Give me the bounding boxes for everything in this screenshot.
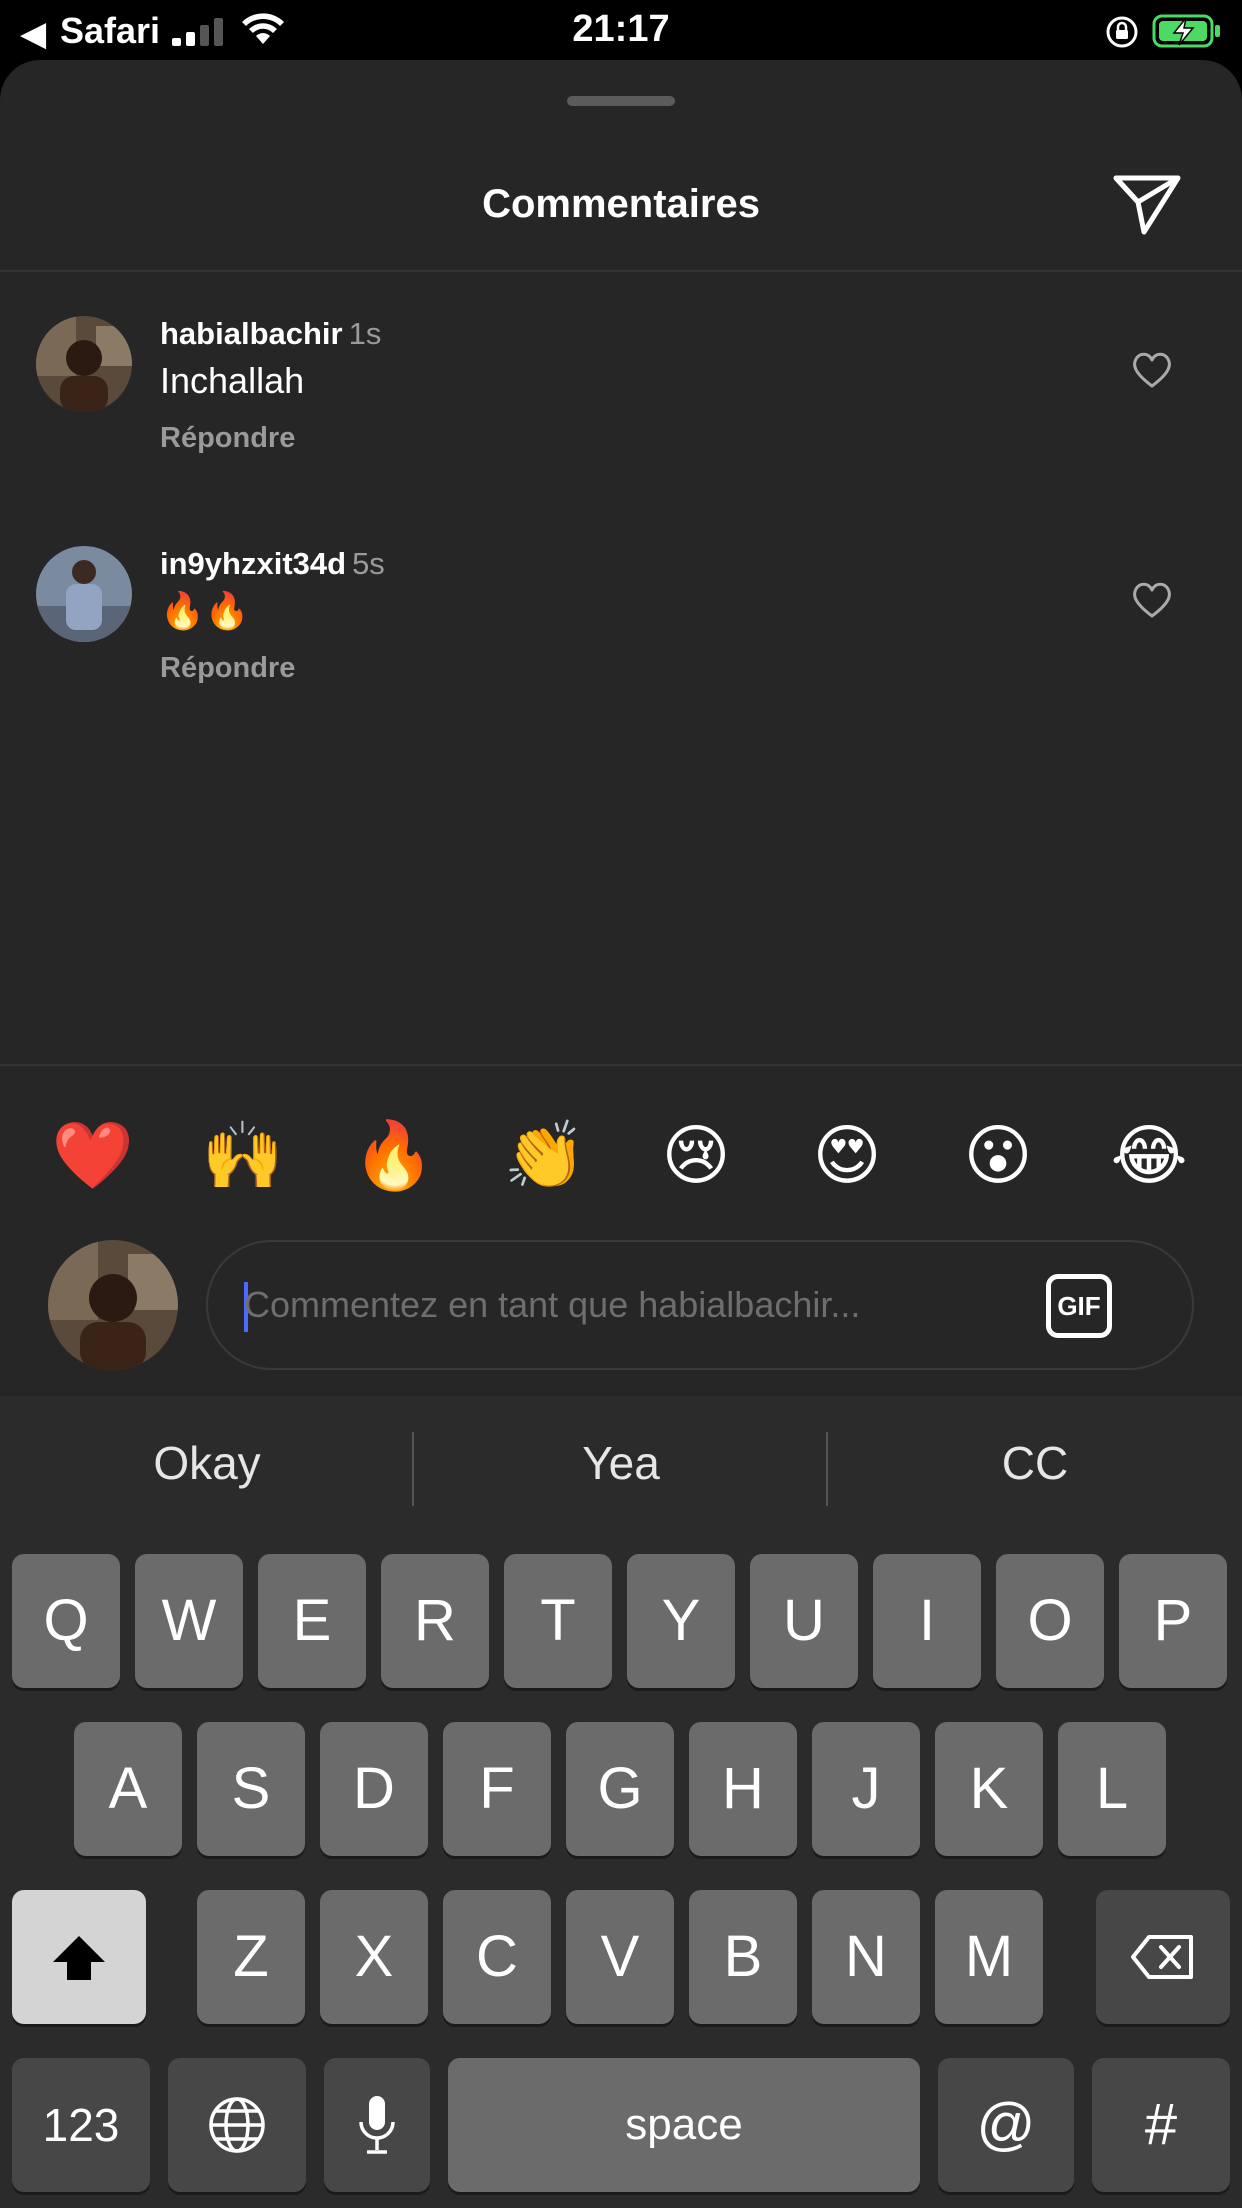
divider — [0, 1064, 1242, 1066]
rotation-lock-icon — [1106, 16, 1138, 48]
emoji-heart-eyes-button[interactable]: 😍 — [802, 1110, 892, 1200]
gif-button[interactable]: GIF — [1046, 1274, 1112, 1338]
emoji-clap-button[interactable]: 👏 — [500, 1110, 590, 1200]
username[interactable]: habialbachir — [160, 316, 343, 351]
key-q[interactable]: Q — [12, 1554, 120, 1688]
key-s[interactable]: S — [197, 1722, 305, 1856]
emoji-fire-button[interactable]: 🔥 — [349, 1110, 439, 1200]
my-avatar — [48, 1240, 178, 1370]
key-a[interactable]: A — [74, 1722, 182, 1856]
key-p[interactable]: P — [1119, 1554, 1227, 1688]
comment-time: 1s — [348, 316, 382, 351]
key-h[interactable]: H — [689, 1722, 797, 1856]
emoji-heart-button[interactable]: ❤️ — [48, 1110, 138, 1200]
avatar[interactable] — [36, 546, 132, 642]
comment-input-row: Commentez en tant que habialbachir... GI… — [0, 1240, 1242, 1380]
divider — [0, 270, 1242, 272]
comment-username[interactable]: in9yhzxit34d 5s — [160, 546, 385, 582]
predictive-bar: Okay Yea CC — [0, 1396, 1242, 1546]
emoji-surprised-button[interactable]: 😮 — [953, 1110, 1043, 1200]
avatar[interactable] — [36, 316, 132, 412]
backspace-icon — [1131, 1935, 1193, 1979]
numbers-key[interactable]: 123 — [12, 2058, 150, 2192]
key-l[interactable]: L — [1058, 1722, 1166, 1856]
comment-text: 🔥🔥 — [160, 590, 250, 631]
key-k[interactable]: K — [935, 1722, 1043, 1856]
key-b[interactable]: B — [689, 1890, 797, 2024]
globe-icon — [209, 2097, 265, 2153]
comment-item: habialbachir 1s Inchallah Répondre — [0, 316, 1242, 476]
key-c[interactable]: C — [443, 1890, 551, 2024]
key-m[interactable]: M — [935, 1890, 1043, 2024]
page-title: Commentaires — [482, 182, 760, 226]
reply-button[interactable]: Répondre — [160, 422, 295, 455]
comment-time: 5s — [352, 546, 385, 581]
key-j[interactable]: J — [812, 1722, 920, 1856]
sheet-grabber[interactable] — [567, 96, 675, 106]
key-d[interactable]: D — [320, 1722, 428, 1856]
key-t[interactable]: T — [504, 1554, 612, 1688]
comment-input[interactable]: Commentez en tant que habialbachir... GI… — [206, 1240, 1194, 1370]
globe-key[interactable] — [168, 2058, 306, 2192]
key-y[interactable]: Y — [627, 1554, 735, 1688]
suggestion-2[interactable]: Yea — [414, 1436, 828, 1490]
microphone-icon — [359, 2096, 395, 2154]
key-o[interactable]: O — [996, 1554, 1104, 1688]
heart-like-icon[interactable] — [1130, 350, 1174, 390]
comment-text: Inchallah — [160, 360, 305, 401]
clock: 21:17 — [572, 8, 670, 50]
comment-item: in9yhzxit34d 5s 🔥🔥 Répondre — [0, 546, 1242, 706]
comments-sheet: Commentaires habialbachir 1s Inchallah Ré… — [0, 60, 1242, 1396]
heart-like-icon[interactable] — [1130, 580, 1174, 620]
keyboard: Okay Yea CC Q W E R T Y U I O P A S D F … — [0, 1396, 1242, 2208]
shift-arrow-icon — [53, 1936, 105, 1980]
emoji-crying-button[interactable]: 😢 — [651, 1110, 741, 1200]
key-i[interactable]: I — [873, 1554, 981, 1688]
reply-button[interactable]: Répondre — [160, 652, 295, 685]
hash-key[interactable]: # — [1092, 2058, 1230, 2192]
status-bar: ◀ Safari 21:17 — [0, 0, 1242, 62]
emoji-raised-hands-button[interactable]: 🙌 — [198, 1110, 288, 1200]
key-n[interactable]: N — [812, 1890, 920, 2024]
comment-username[interactable]: habialbachir 1s — [160, 316, 381, 352]
key-r[interactable]: R — [381, 1554, 489, 1688]
quick-emoji-row: ❤️ 🙌 🔥 👏 😢 😍 😮 😂 — [0, 1110, 1242, 1200]
at-key[interactable]: @ — [938, 2058, 1074, 2192]
battery-charging-icon — [1152, 14, 1220, 48]
key-g[interactable]: G — [566, 1722, 674, 1856]
suggestion-3[interactable]: CC — [828, 1436, 1242, 1490]
delete-key[interactable] — [1096, 1890, 1230, 2024]
suggestion-1[interactable]: Okay — [0, 1436, 414, 1490]
dictation-key[interactable] — [324, 2058, 430, 2192]
emoji-laughing-button[interactable]: 😂 — [1104, 1110, 1194, 1200]
key-e[interactable]: E — [258, 1554, 366, 1688]
key-w[interactable]: W — [135, 1554, 243, 1688]
comment-placeholder: Commentez en tant que habialbachir... — [244, 1284, 861, 1325]
shift-key[interactable] — [12, 1890, 146, 2024]
key-z[interactable]: Z — [197, 1890, 305, 2024]
key-v[interactable]: V — [566, 1890, 674, 2024]
key-f[interactable]: F — [443, 1722, 551, 1856]
key-x[interactable]: X — [320, 1890, 428, 2024]
key-u[interactable]: U — [750, 1554, 858, 1688]
username[interactable]: in9yhzxit34d — [160, 546, 346, 581]
space-key[interactable]: space — [448, 2058, 920, 2192]
share-send-icon[interactable] — [1110, 172, 1184, 238]
